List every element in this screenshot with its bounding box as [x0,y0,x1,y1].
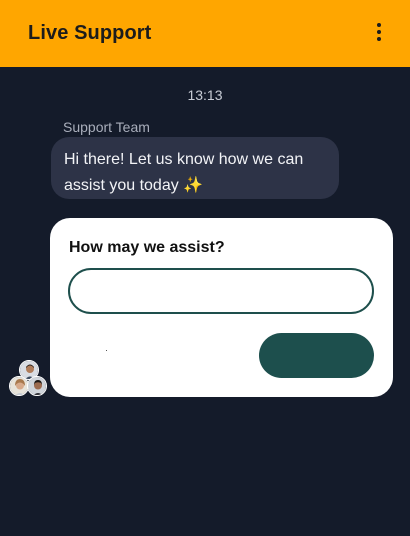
message-timestamp: 13:13 [187,87,223,103]
agent-avatar [9,376,29,396]
menu-dot [376,37,381,41]
menu-dot [376,23,381,27]
agent-avatars-icon [9,360,49,400]
sender-name: Support Team [63,119,150,135]
chat-message-text: Hi there! Let us know how we can assist … [64,151,304,194]
kebab-menu-icon[interactable] [368,18,390,46]
agent-avatar [27,376,47,396]
submit-button[interactable] [259,333,374,378]
form-marker [106,350,107,351]
header-title: Live Support [28,22,152,44]
form-question-label: How may we assist? [69,239,225,256]
assist-input[interactable] [68,268,374,314]
menu-dot [376,30,381,34]
assist-form-card: How may we assist? [50,218,393,397]
app-header: Live Support [0,0,410,67]
chat-message-bubble: Hi there! Let us know how we can assist … [51,137,339,199]
